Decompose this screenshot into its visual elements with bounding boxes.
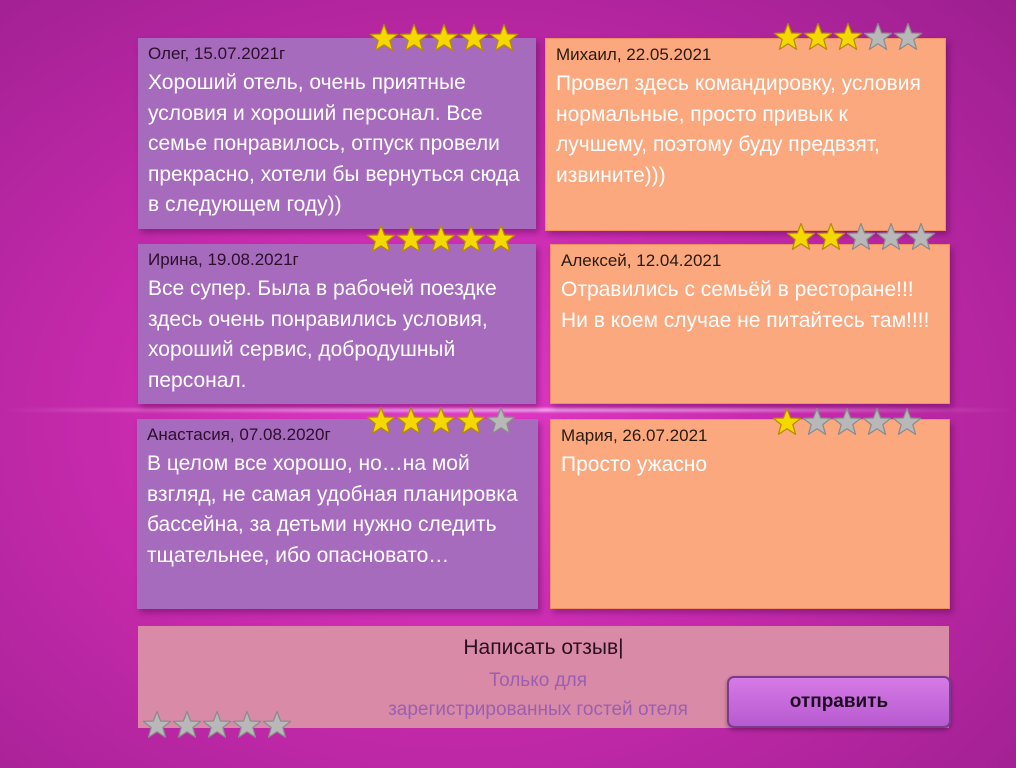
star-empty-icon[interactable] [172,710,202,740]
registered-guests-note: Только для зарегистрированных гостей оте… [338,666,738,724]
review-text: В целом все хорошо, но…на мой взгляд, не… [147,452,518,567]
rating-stars [366,406,516,436]
review-card: Михаил, 22.05.2021 Провел здесь командир… [545,38,946,231]
star-empty-icon [906,222,936,252]
star-empty-icon[interactable] [262,710,292,740]
star-filled-icon [396,406,426,436]
star-filled-icon [772,407,802,437]
star-empty-icon [863,22,893,52]
star-empty-icon [892,407,922,437]
review-text: Хороший отель, очень приятные условия и … [148,71,520,216]
star-filled-icon [489,23,519,53]
write-review-title[interactable]: Написать отзыв| [138,636,949,660]
review-text: Провел здесь командировку, условия норма… [556,72,921,187]
review-author: Алексей, 12.04.2021 [561,251,722,270]
star-filled-icon [773,22,803,52]
review-card: Олег, 15.07.2021г Хороший отель, очень п… [138,38,536,229]
star-filled-icon [426,406,456,436]
star-filled-icon [486,224,516,254]
star-empty-icon [846,222,876,252]
star-filled-icon [456,224,486,254]
star-empty-icon [876,222,906,252]
review-card: Анастасия, 07.08.2020г В целом все хорош… [137,419,538,609]
review-text: Просто ужасно [561,453,708,476]
star-empty-icon [486,406,516,436]
send-button[interactable]: отправить [727,676,951,728]
star-empty-icon [862,407,892,437]
star-filled-icon [396,224,426,254]
star-filled-icon [366,224,396,254]
rating-stars [772,407,922,437]
review-card: Ирина, 19.08.2021г Все супер. Была в раб… [138,244,536,404]
review-text: Все супер. Была в рабочей поездке здесь … [148,277,497,392]
star-filled-icon [426,224,456,254]
star-empty-icon[interactable] [142,710,172,740]
star-filled-icon [786,222,816,252]
star-filled-icon [833,22,863,52]
star-filled-icon [369,23,399,53]
star-filled-icon [816,222,846,252]
star-filled-icon [803,22,833,52]
star-empty-icon [802,407,832,437]
rating-stars [773,22,923,52]
new-review-rating-stars[interactable] [142,710,292,740]
rating-stars [786,222,936,252]
star-empty-icon [893,22,923,52]
star-filled-icon [429,23,459,53]
rating-stars [369,23,519,53]
note-line-2: зарегистрированных гостей отеля [388,699,688,720]
review-text: Отравились с семьёй в ресторане!!! Ни в … [561,278,930,332]
star-empty-icon[interactable] [232,710,262,740]
star-filled-icon [456,406,486,436]
star-empty-icon[interactable] [202,710,232,740]
rating-stars [366,224,516,254]
star-filled-icon [399,23,429,53]
note-line-1: Только для [488,670,588,691]
star-filled-icon [366,406,396,436]
review-card: Мария, 26.07.2021 Просто ужасно [550,419,950,609]
star-filled-icon [459,23,489,53]
star-empty-icon [832,407,862,437]
review-card: Алексей, 12.04.2021 Отравились с семьёй … [550,244,950,404]
